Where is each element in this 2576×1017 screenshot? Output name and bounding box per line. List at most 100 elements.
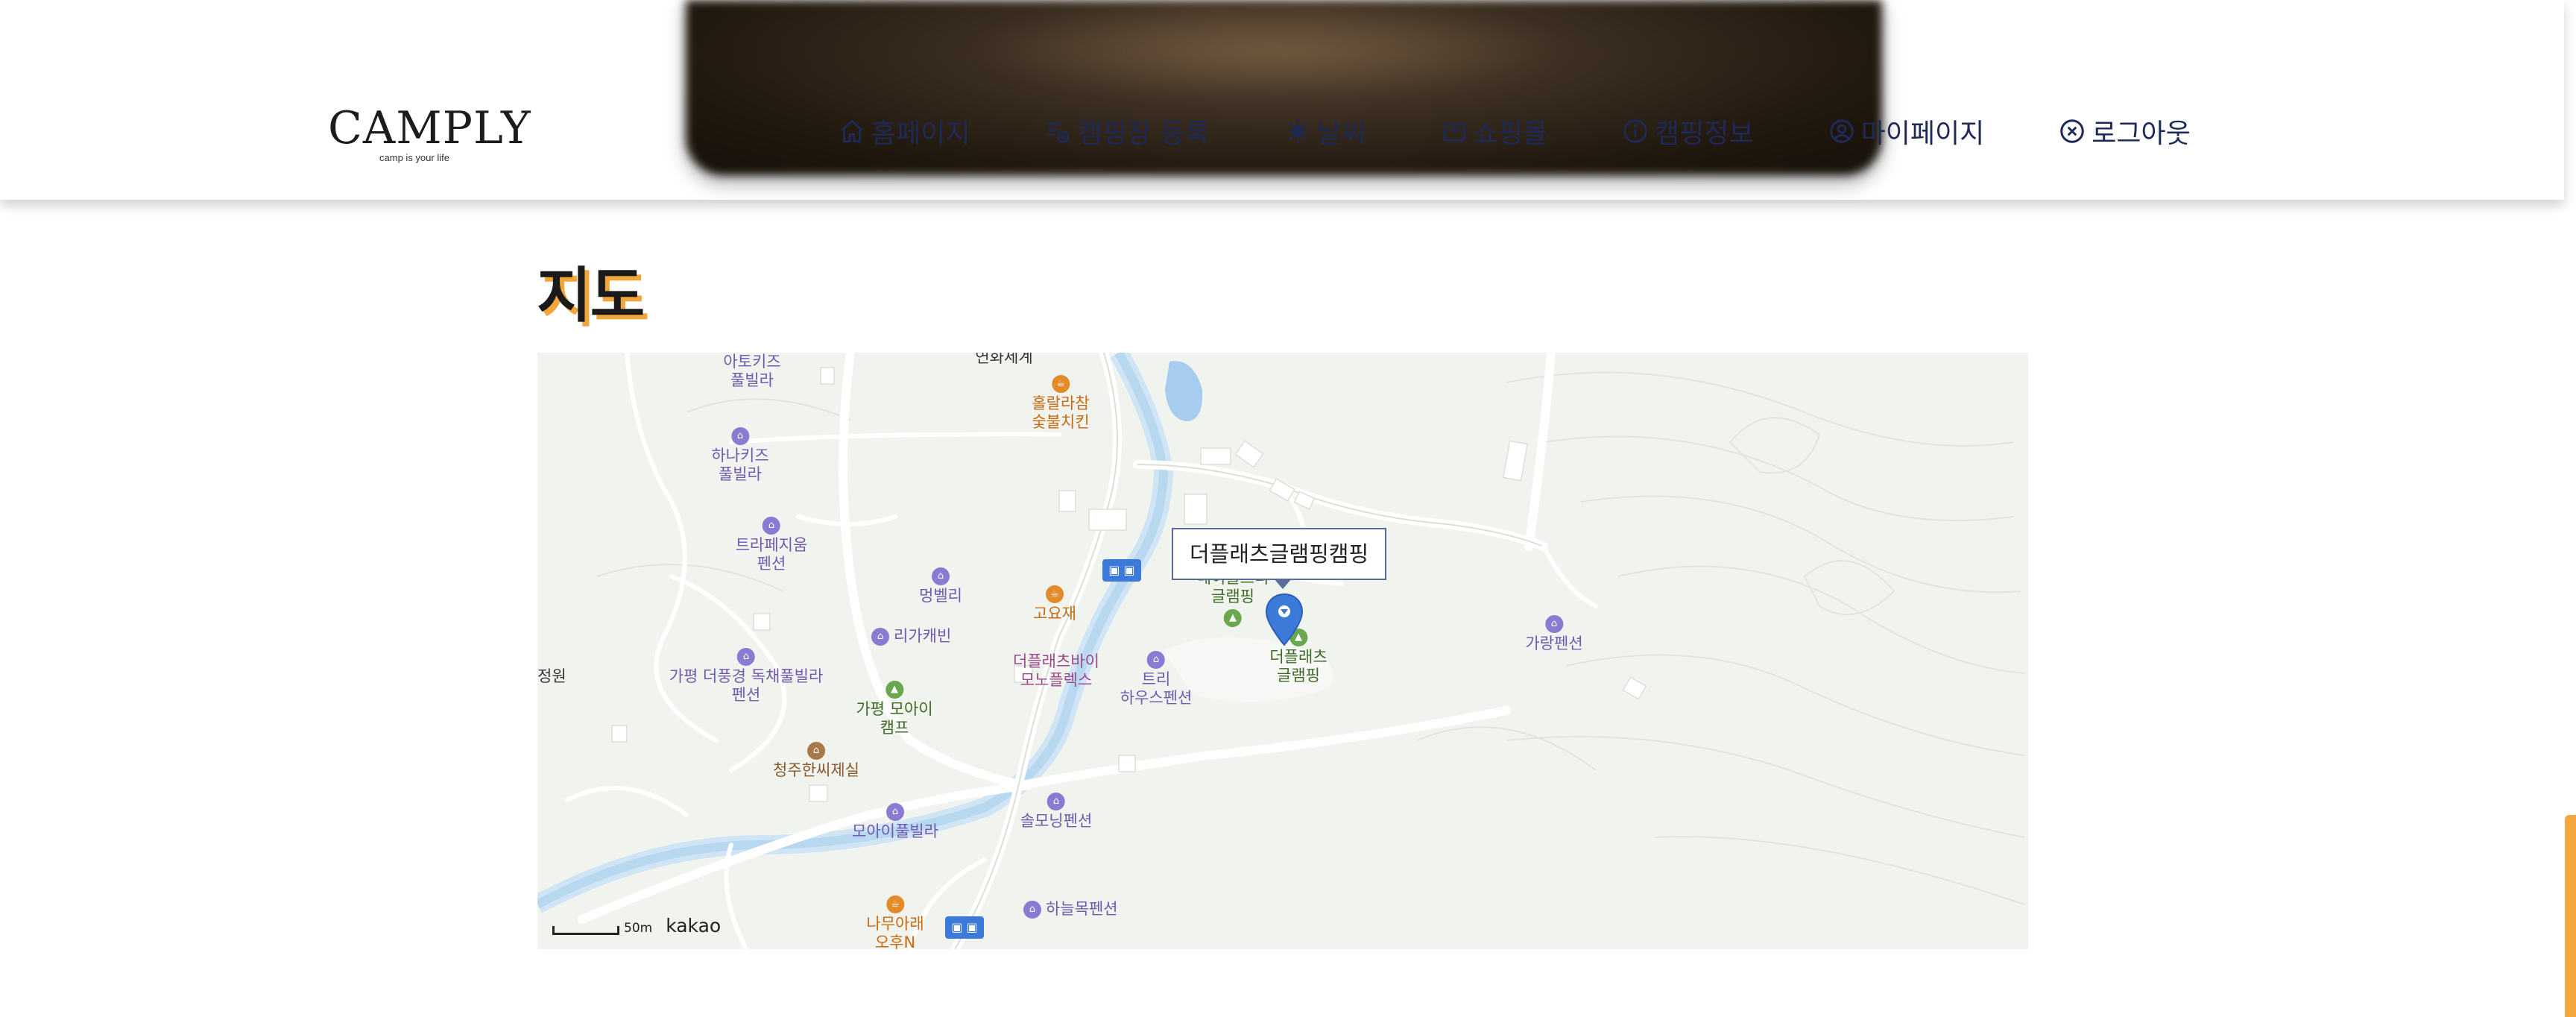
poi-yeonhwa-label: 연화세계 bbox=[975, 353, 1033, 366]
lodging-icon: ⌂ bbox=[932, 567, 950, 585]
nav-camp-register[interactable]: 캠핑장 등록 bbox=[1044, 112, 1210, 151]
scale-label: 50m bbox=[624, 921, 653, 936]
poi-moai-poolvilla-label: 모아이풀빌라 bbox=[852, 822, 938, 840]
poi-namuarae-label2: 오후N bbox=[874, 933, 916, 949]
nav-weather[interactable]: 날씨 bbox=[1284, 112, 1366, 151]
poi-holala-label: 홀랄라참 bbox=[1032, 394, 1090, 412]
poi-atokids[interactable]: 아토키즈 풀빌라 bbox=[723, 353, 780, 390]
bus-stop-icon[interactable]: ▣ ▣ bbox=[945, 916, 984, 939]
page: CAMPLY camp is your life 홈페이지 캠핑장 등록 날씨 … bbox=[0, 0, 2576, 1017]
poi-theflats-label: 더플래츠 bbox=[1269, 648, 1328, 666]
logo[interactable]: CAMPLY camp is your life bbox=[328, 102, 531, 163]
lodging-icon: ⌂ bbox=[762, 517, 780, 535]
camping-icon: ▲ bbox=[1223, 609, 1242, 627]
poi-treehouse-label: 트리 bbox=[1141, 670, 1171, 688]
info-icon bbox=[1623, 119, 1647, 143]
poi-namuarae[interactable]: ☕ 나무아래 오후N bbox=[866, 895, 924, 949]
lodging-icon: ⌂ bbox=[886, 803, 904, 821]
lodging-icon: ⌂ bbox=[731, 427, 749, 445]
poi-namuarae-label: 나무아래 bbox=[866, 915, 924, 933]
kakao-map[interactable]: 아토키즈 풀빌라 연화세계 ☕ 홀랄라참 숯불치킨 ⌂ 하나키즈 풀빌라 ⌂ 트라페지움 펜션… bbox=[537, 353, 2028, 949]
poi-mungvalley-label: 멍벨리 bbox=[919, 587, 962, 605]
poi-atokids-label2: 풀빌라 bbox=[730, 371, 774, 389]
nav-mypage-label: 마이페이지 bbox=[1860, 119, 1985, 149]
nav-shop[interactable]: 쇼핑몰 bbox=[1441, 112, 1547, 151]
page-title: 지도 bbox=[537, 261, 645, 330]
poi-theflats-label2: 글램핑 bbox=[1277, 667, 1320, 684]
nav-mypage[interactable]: 마이페이지 bbox=[1828, 112, 1985, 151]
page-scrollbar[interactable] bbox=[2565, 815, 2576, 1017]
shopping-bag-icon bbox=[1442, 123, 1465, 142]
nav-logout-label: 로그아웃 bbox=[2092, 119, 2191, 149]
poi-monoplex-label: 더플래츠바이 bbox=[1013, 652, 1099, 670]
camping-icon: ▲ bbox=[886, 681, 903, 699]
poi-moai-camp-label2: 캠프 bbox=[880, 719, 909, 737]
poi-goyojae[interactable]: ☕ 고요재 bbox=[1033, 585, 1076, 623]
poi-cheongju-hanssi[interactable]: ⌂ 청주한씨제실 bbox=[773, 742, 859, 780]
nav-home[interactable]: 홈페이지 bbox=[839, 112, 970, 151]
poi-theflats-monoplex[interactable]: 더플래츠바이 모노플렉스 bbox=[1013, 652, 1099, 690]
nav-weather-label: 날씨 bbox=[1316, 119, 1366, 149]
bus-stop-icon[interactable]: ▣ ▣ bbox=[1102, 559, 1141, 582]
nav-logout[interactable]: 로그아웃 bbox=[2059, 112, 2191, 151]
poi-garang-pension[interactable]: ⌂ 가랑펜션 bbox=[1525, 615, 1583, 653]
kakao-logo: kakao bbox=[666, 915, 722, 936]
lodging-icon: ⌂ bbox=[1146, 651, 1165, 669]
hero-image-glow bbox=[969, 0, 1565, 97]
poi-trapezium-label2: 펜션 bbox=[757, 555, 786, 573]
lodging-icon: ⌂ bbox=[1545, 615, 1563, 633]
poi-moai-camp[interactable]: ▲ 가평 모아이 캠프 bbox=[856, 681, 933, 737]
nav-camp-register-label: 캠핑장 등록 bbox=[1077, 119, 1210, 149]
restaurant-icon: ☕ bbox=[1052, 375, 1070, 393]
nav-home-label: 홈페이지 bbox=[871, 119, 970, 149]
cafe-icon: ☕ bbox=[1046, 585, 1064, 603]
poi-trapezium-label: 트라페지움 bbox=[735, 536, 808, 554]
poi-monoplex-label2: 모노플렉스 bbox=[1020, 671, 1093, 689]
poi-atokids-label: 아토키즈 bbox=[723, 353, 781, 371]
poi-garden[interactable]: 정원 bbox=[537, 667, 566, 686]
poi-haneulmok-pension[interactable]: ⌂ 하늘목펜션 bbox=[1023, 900, 1118, 919]
sun-icon bbox=[1285, 119, 1310, 143]
lodging-icon: ⌂ bbox=[1046, 793, 1065, 810]
logo-title: CAMPLY bbox=[328, 102, 531, 154]
poi-holala-label2: 숯불치킨 bbox=[1032, 413, 1090, 431]
poi-maple-label2: 글램핑 bbox=[1211, 588, 1254, 605]
poi-garden-label: 정원 bbox=[537, 667, 566, 685]
poi-treehouse-label2: 하우스펜션 bbox=[1120, 689, 1193, 707]
poi-moai-poolvilla[interactable]: ⌂ 모아이풀빌라 bbox=[852, 803, 938, 841]
close-circle-icon bbox=[2060, 119, 2084, 143]
nav-camp-info[interactable]: 캠핑정보 bbox=[1622, 112, 1754, 151]
poi-hanakids[interactable]: ⌂ 하나키즈 풀빌라 bbox=[711, 427, 769, 484]
poi-deopunggyeong[interactable]: ⌂ 가평 더풍경 독채풀빌라 펜션 bbox=[669, 648, 824, 705]
poi-goyojae-label: 고요재 bbox=[1033, 605, 1076, 623]
main-nav: 홈페이지 캠핑장 등록 날씨 쇼핑몰 캠핑정보 마이페이지 로그아웃 bbox=[839, 112, 2191, 151]
poi-holala-chicken[interactable]: ☕ 홀랄라참 숯불치킨 bbox=[1032, 375, 1090, 432]
map-scale: 50m kakao bbox=[552, 916, 721, 935]
poi-haneulmok-label: 하늘목펜션 bbox=[1046, 900, 1118, 918]
map-infowindow[interactable]: 더플래츠글램핑캠핑 bbox=[1172, 528, 1387, 589]
map-marker-icon[interactable] bbox=[1264, 593, 1304, 646]
landmark-icon: ⌂ bbox=[806, 742, 825, 760]
nav-shop-label: 쇼핑몰 bbox=[1473, 119, 1548, 149]
list-add-icon bbox=[1047, 122, 1070, 143]
poi-yeonhwa[interactable]: 연화세계 bbox=[975, 353, 1032, 367]
nav-camp-info-label: 캠핑정보 bbox=[1655, 119, 1754, 149]
lodging-icon: ⌂ bbox=[871, 627, 889, 646]
poi-cheongju-label: 청주한씨제실 bbox=[773, 761, 859, 779]
home-icon bbox=[841, 119, 863, 142]
poi-hanakids-label: 하나키즈 bbox=[711, 447, 769, 465]
site-header: CAMPLY camp is your life 홈페이지 캠핑장 등록 날씨 … bbox=[0, 0, 2564, 200]
poi-hanakids-label2: 풀빌라 bbox=[719, 465, 762, 483]
poi-treehouse-pension[interactable]: ⌂ 트리 하우스펜션 bbox=[1120, 651, 1193, 708]
scale-bar bbox=[552, 926, 619, 935]
lodging-icon: ⌂ bbox=[1023, 900, 1041, 919]
poi-mungvalley[interactable]: ⌂ 멍벨리 bbox=[919, 567, 962, 605]
poi-riga-cabin[interactable]: ⌂ 리가캐빈 bbox=[871, 627, 951, 646]
poi-deopunggyeong-label: 가평 더풍경 독채풀빌라 bbox=[669, 667, 824, 685]
poi-trapezium[interactable]: ⌂ 트라페지움 펜션 bbox=[735, 517, 808, 573]
poi-solmorning-label: 솔모닝펜션 bbox=[1020, 812, 1093, 830]
lodging-icon: ⌂ bbox=[737, 648, 755, 666]
cafe-icon: ☕ bbox=[886, 895, 904, 913]
poi-solmorning-pension[interactable]: ⌂ 솔모닝펜션 bbox=[1020, 793, 1093, 831]
user-circle-icon bbox=[1829, 119, 1854, 143]
